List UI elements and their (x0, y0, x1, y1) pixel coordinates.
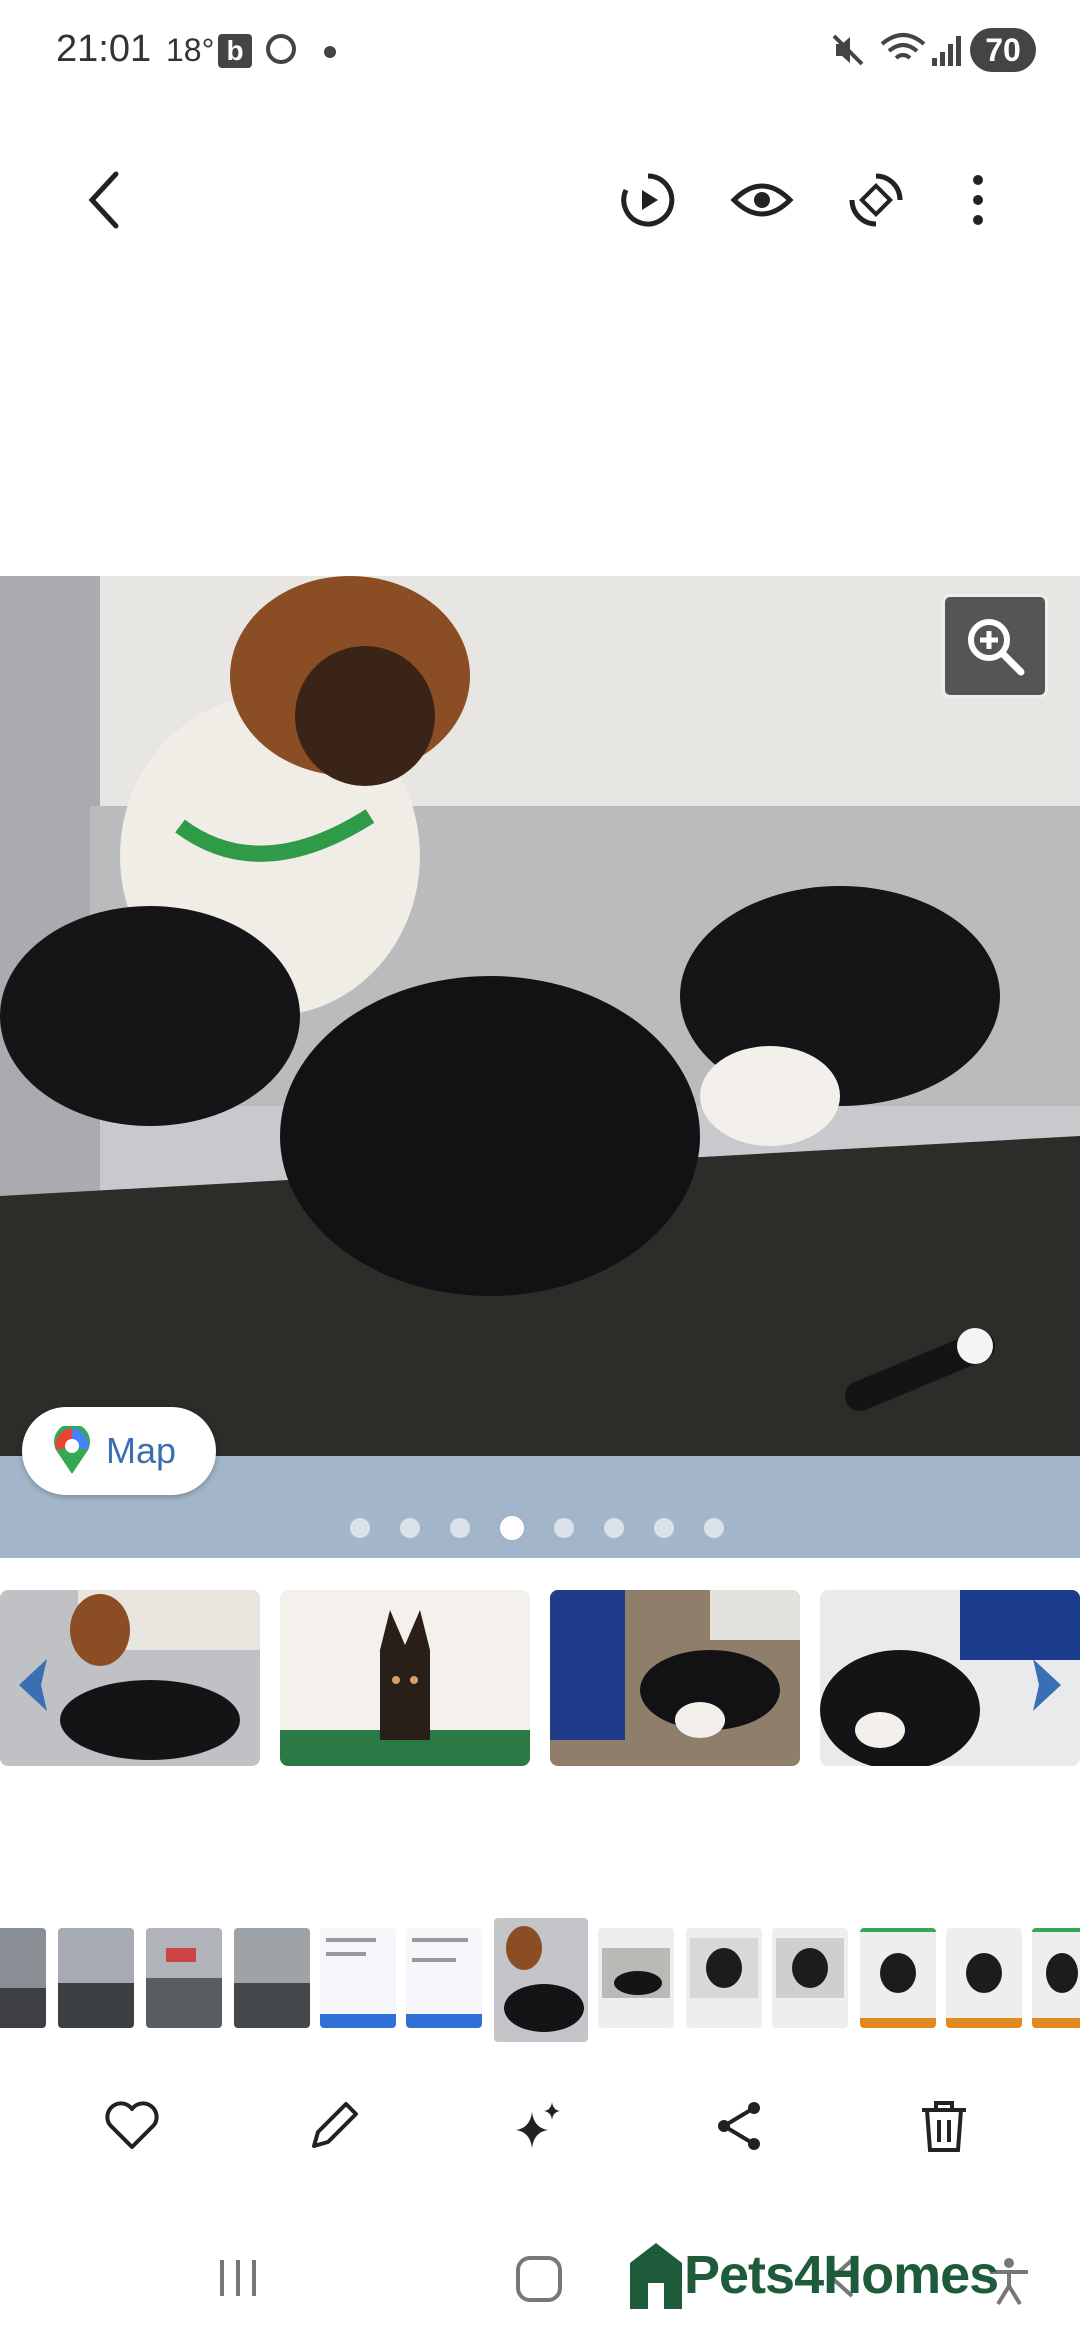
thumbnail-current[interactable] (494, 1918, 588, 2042)
favorite-button[interactable] (92, 2086, 172, 2166)
thumbnail[interactable] (946, 1928, 1022, 2028)
edit-icon (312, 2102, 358, 2148)
back-icon (88, 171, 119, 229)
temperature: 18° (166, 32, 215, 68)
page-dot (554, 1518, 574, 1538)
status-bar: 21:01 18° b 70 (0, 0, 1080, 100)
edit-button[interactable] (294, 2086, 374, 2166)
recents-icon[interactable] (214, 2256, 264, 2300)
carousel-item[interactable] (550, 1590, 800, 1766)
chrome-icon (266, 34, 296, 64)
zoom-button[interactable] (942, 594, 1048, 698)
page-dot (450, 1518, 470, 1538)
chevron-right-icon (1033, 1659, 1061, 1711)
page-dot (400, 1518, 420, 1538)
page-dot (654, 1518, 674, 1538)
eye-icon (730, 183, 794, 217)
delete-button[interactable] (904, 2086, 984, 2166)
page-dot (604, 1518, 624, 1538)
pets4homes-watermark: Pets4Homes (626, 2230, 999, 2320)
motion-photo-button[interactable] (608, 160, 688, 240)
thumbnail[interactable] (686, 1928, 762, 2028)
sparkle-icon (516, 2102, 560, 2148)
mute-icon (832, 34, 864, 66)
thumbnail[interactable] (860, 1928, 936, 2028)
share-button[interactable] (700, 2086, 780, 2166)
map-pin-icon (54, 1426, 90, 1474)
more-options-icon (973, 175, 983, 225)
heart-icon (105, 2101, 159, 2149)
more-options-button[interactable] (938, 160, 1018, 240)
share-icon (718, 2102, 760, 2150)
clock: 21:01 (56, 28, 152, 70)
back-button[interactable] (64, 160, 144, 240)
watermark-text: Pets4Homes (684, 2245, 999, 2305)
house-logo-icon (630, 2243, 682, 2309)
wifi-icon (880, 33, 926, 60)
thumbnail[interactable] (598, 1928, 674, 2028)
thumbnail[interactable] (58, 1928, 134, 2028)
battery-indicator: 70 (970, 28, 1036, 72)
delete-icon (922, 2101, 966, 2152)
map-label: Map (106, 1430, 177, 1471)
carousel-image (550, 1590, 800, 1766)
thumbnail[interactable] (772, 1928, 848, 2028)
signal-icon (932, 36, 961, 66)
thumbnail[interactable] (146, 1928, 222, 2028)
carousel-item[interactable] (280, 1590, 530, 1766)
home-icon[interactable] (514, 2254, 564, 2304)
rotate-button[interactable] (836, 160, 916, 240)
chevron-left-icon (19, 1659, 47, 1711)
thumbnail[interactable] (234, 1928, 310, 2028)
zoom-in-icon (968, 619, 1025, 676)
page-dot (704, 1518, 724, 1538)
thumbnail[interactable] (320, 1928, 396, 2028)
effects-button[interactable] (498, 2086, 578, 2166)
b-app-icon: b (218, 34, 252, 68)
thumbnail[interactable] (1032, 1928, 1080, 2028)
rotate-icon (849, 173, 903, 227)
motion-play-icon (621, 173, 675, 227)
thumbnail[interactable] (0, 1928, 46, 2028)
notification-dot-icon (324, 46, 336, 58)
page-indicator (350, 1516, 724, 1540)
carousel-prev-button[interactable] (8, 1650, 58, 1720)
gallery-filmstrip[interactable] (0, 1918, 1080, 2042)
page-dot (350, 1518, 370, 1538)
view-button[interactable] (722, 160, 802, 240)
map-button[interactable]: Map (22, 1407, 216, 1495)
carousel-next-button[interactable] (1022, 1650, 1072, 1720)
listing-carousel[interactable] (0, 1590, 1080, 1766)
carousel-image (280, 1590, 530, 1766)
page-dot-active (500, 1516, 524, 1540)
thumbnail[interactable] (406, 1928, 482, 2028)
